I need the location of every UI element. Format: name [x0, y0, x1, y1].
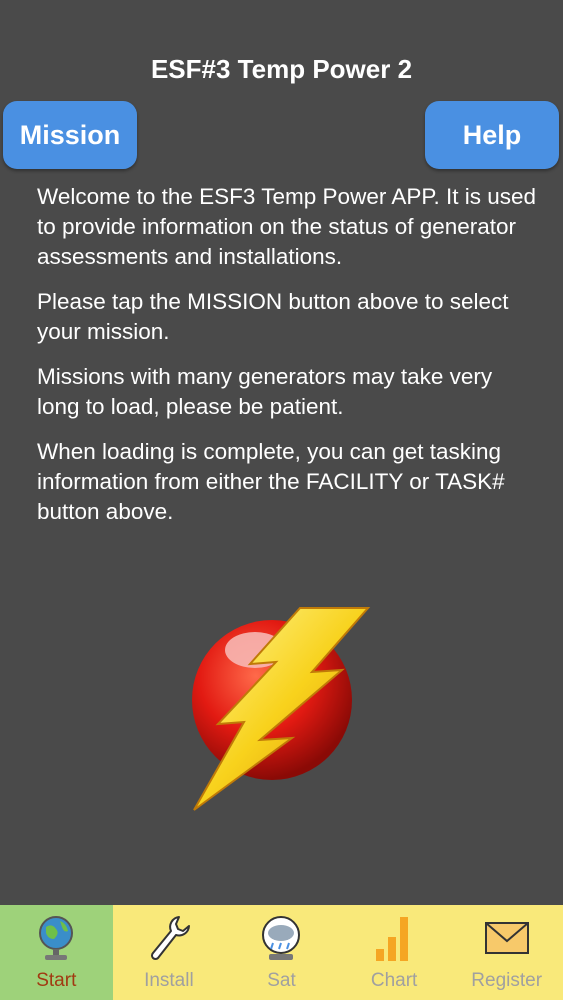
tab-sat[interactable]: Sat [225, 905, 338, 1000]
tab-install[interactable]: Install [113, 905, 226, 1000]
tab-start[interactable]: Start [0, 905, 113, 1000]
intro-paragraph-welcome: Welcome to the ESF3 Temp Power APP. It i… [37, 184, 536, 269]
lightning-bolt-logo [192, 607, 371, 811]
tab-register-label: Register [471, 970, 543, 991]
intro-text: Welcome to the ESF3 Temp Power APP. It i… [37, 182, 537, 542]
bar-chart-icon [376, 917, 409, 961]
tab-register[interactable]: Register [450, 905, 563, 1000]
intro-paragraph-loading: When loading is complete, you can get ta… [37, 439, 505, 524]
tab-sat-label: Sat [267, 970, 296, 991]
tab-install-label: Install [144, 970, 194, 991]
globe-icon [39, 916, 74, 960]
wrench-icon [150, 916, 190, 961]
help-button[interactable]: Help [425, 101, 559, 169]
tab-chart-label: Chart [370, 970, 418, 991]
intro-paragraph-patience: Missions with many generators may take v… [37, 364, 493, 419]
tab-chart[interactable]: Chart [338, 905, 451, 1000]
mission-button[interactable]: Mission [3, 101, 137, 169]
envelope-icon [484, 922, 529, 954]
intro-paragraph-mission: Please tap the MISSION button above to s… [37, 289, 509, 344]
weather-icon [262, 916, 301, 960]
app-title: ESF#3 Temp Power 2 [150, 54, 413, 84]
tab-start-label: Start [36, 970, 77, 991]
bottom-tab-bar: Start Install Sat Chart Register [0, 905, 563, 1000]
